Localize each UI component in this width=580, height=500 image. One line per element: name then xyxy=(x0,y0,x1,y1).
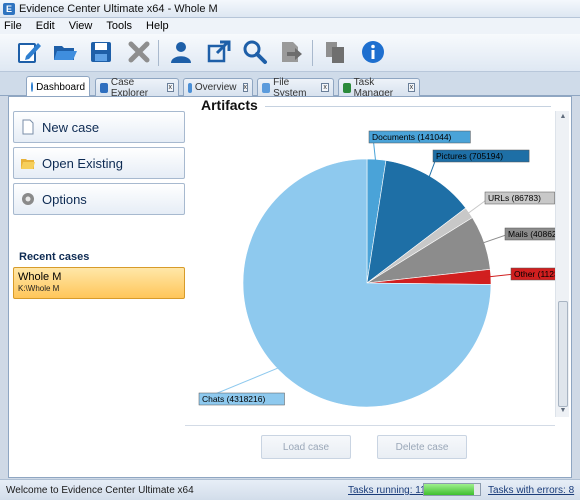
app-icon: E xyxy=(3,2,15,15)
tab-case-explorer[interactable]: Case Explorer x xyxy=(95,77,179,99)
toolbar xyxy=(0,34,580,72)
new-document-icon xyxy=(20,119,36,135)
divider xyxy=(185,425,555,426)
close-icon[interactable]: x xyxy=(407,83,415,92)
delete-case-button[interactable]: Delete case xyxy=(377,435,467,459)
new-case-label: New case xyxy=(42,119,100,135)
menu-help[interactable]: Help xyxy=(146,20,169,32)
pie-slice-label: Mails (408626) xyxy=(508,229,559,239)
menu-tools[interactable]: Tools xyxy=(106,20,132,32)
open-existing-label: Open Existing xyxy=(42,155,123,171)
forward-icon[interactable] xyxy=(276,37,306,67)
dashboard-panel: New case Open Existing Options Recent ca… xyxy=(8,96,572,478)
tab-dashboard[interactable]: Dashboard xyxy=(26,76,90,97)
task-progress-bar xyxy=(423,483,481,496)
case-explorer-icon xyxy=(100,82,108,93)
scroll-down-icon[interactable]: ▼ xyxy=(558,407,568,415)
divider xyxy=(265,106,551,107)
open-folder-icon[interactable] xyxy=(50,37,80,67)
gear-icon xyxy=(20,191,36,207)
new-case-button[interactable]: New case xyxy=(13,111,185,143)
tab-overview-label: Overview xyxy=(194,82,237,93)
tasks-running-link[interactable]: Tasks running: 113 xyxy=(348,485,431,496)
vertical-scrollbar[interactable]: ▲ ▼ xyxy=(555,111,569,417)
window-title: Evidence Center Ultimate x64 - Whole M xyxy=(19,2,218,15)
recent-cases-heading: Recent cases xyxy=(19,251,90,263)
delete-icon[interactable] xyxy=(124,37,154,67)
artifacts-pie-chart: Documents (141044) Pictures (705194) URLs … xyxy=(198,130,559,408)
load-case-button[interactable]: Load case xyxy=(261,435,351,459)
pie-slice-label: Documents (141044) xyxy=(372,132,452,142)
pie-slice-label: URLs (86783) xyxy=(488,193,541,203)
info-icon[interactable] xyxy=(358,37,388,67)
folder-icon xyxy=(20,155,36,171)
task-progress-fill xyxy=(424,484,475,495)
scroll-up-icon[interactable]: ▲ xyxy=(558,113,568,121)
dashboard-icon xyxy=(31,82,34,92)
user-icon[interactable] xyxy=(166,37,196,67)
file-system-icon xyxy=(262,82,271,93)
tab-task-manager[interactable]: Task Manager x xyxy=(338,77,420,99)
menu-view[interactable]: View xyxy=(69,20,93,32)
pie-slice-label: Pictures (705194) xyxy=(436,151,503,161)
export-icon[interactable] xyxy=(204,37,234,67)
tab-overview[interactable]: Overview x xyxy=(183,78,253,96)
recent-case-name: Whole M xyxy=(18,271,62,283)
options-label: Options xyxy=(42,191,87,207)
pie-slice-label: Other (112355 xyxy=(514,269,559,279)
open-existing-button[interactable]: Open Existing xyxy=(13,147,185,179)
menu-bar: File Edit View Tools Help xyxy=(0,18,580,34)
title-bar: E Evidence Center Ultimate x64 - Whole M xyxy=(0,0,580,18)
recent-case-path: K:\Whole M xyxy=(18,284,60,293)
tab-dashboard-label: Dashboard xyxy=(36,81,85,93)
menu-file[interactable]: File xyxy=(4,20,22,32)
search-icon[interactable] xyxy=(240,37,270,67)
menu-edit[interactable]: Edit xyxy=(36,20,55,32)
edit-icon[interactable] xyxy=(14,37,44,67)
overview-icon xyxy=(188,82,192,93)
close-icon[interactable]: x xyxy=(242,83,248,92)
tasks-errors-link[interactable]: Tasks with errors: 8 xyxy=(488,485,574,496)
status-welcome: Welcome to Evidence Center Ultimate x64 xyxy=(6,485,194,496)
tab-strip: Dashboard Case Explorer x Overview x Fil… xyxy=(0,72,580,99)
pie-slice-label: Chats (4318216) xyxy=(202,394,265,404)
close-icon[interactable]: x xyxy=(166,83,174,92)
artifacts-heading: Artifacts xyxy=(201,97,258,113)
recent-case-item[interactable]: Whole M K:\Whole M xyxy=(13,267,185,299)
options-button[interactable]: Options xyxy=(13,183,185,215)
scroll-thumb[interactable] xyxy=(558,301,568,407)
tab-file-system[interactable]: File System x xyxy=(257,77,334,99)
copy-icon[interactable] xyxy=(320,37,350,67)
close-icon[interactable]: x xyxy=(321,83,329,92)
task-manager-icon xyxy=(343,82,351,93)
status-bar: Welcome to Evidence Center Ultimate x64 … xyxy=(0,479,580,500)
save-icon[interactable] xyxy=(86,37,116,67)
